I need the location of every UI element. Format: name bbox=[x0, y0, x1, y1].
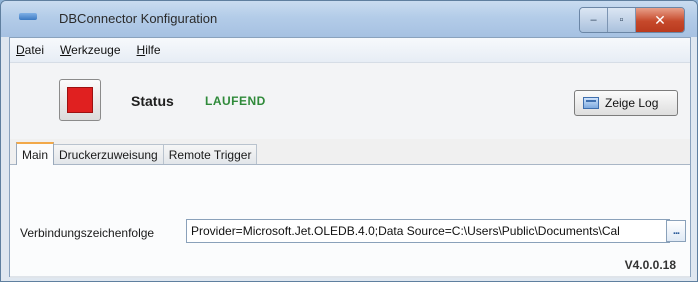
menu-bar: Datei Werkzeuge Hilfe bbox=[10, 38, 690, 63]
footer-divider bbox=[10, 276, 690, 278]
close-button[interactable]: ✕ bbox=[636, 8, 684, 32]
stop-square-icon bbox=[67, 87, 93, 113]
log-window-icon bbox=[583, 97, 599, 109]
status-value: LAUFEND bbox=[205, 94, 266, 108]
client-area: Datei Werkzeuge Hilfe Status LAUFEND Zei… bbox=[9, 37, 691, 278]
show-log-button[interactable]: Zeige Log bbox=[574, 90, 678, 116]
start-stop-button[interactable] bbox=[59, 79, 101, 121]
browse-connection-button[interactable]: ... bbox=[666, 220, 686, 242]
status-panel: Status LAUFEND Zeige Log bbox=[10, 63, 690, 139]
connection-string-label: Verbindungszeichenfolge bbox=[20, 226, 155, 240]
menu-werkzeuge-rest: erkzeuge bbox=[71, 43, 121, 57]
tab-druckerzuweisung[interactable]: Druckerzuweisung bbox=[53, 144, 164, 164]
menu-datei[interactable]: Datei bbox=[10, 43, 52, 57]
minimize-button[interactable]: – bbox=[580, 8, 608, 32]
connection-string-input[interactable] bbox=[186, 219, 670, 243]
app-icon bbox=[19, 13, 37, 20]
minimize-icon: – bbox=[590, 14, 597, 26]
ellipsis-icon: ... bbox=[672, 225, 680, 237]
maximize-button[interactable]: ▫ bbox=[608, 8, 636, 32]
tab-main[interactable]: Main bbox=[16, 142, 55, 165]
maximize-icon: ▫ bbox=[619, 14, 624, 26]
menu-datei-accel: D bbox=[16, 43, 25, 57]
window-title: DBConnector Konfiguration bbox=[59, 11, 218, 26]
menu-datei-rest: atei bbox=[24, 43, 45, 57]
menu-hilfe-accel: H bbox=[136, 43, 146, 57]
menu-hilfe-rest: ilfe bbox=[145, 43, 161, 57]
app-window: DBConnector Konfiguration – ▫ ✕ Datei We… bbox=[0, 0, 698, 282]
window-controls: – ▫ ✕ bbox=[579, 7, 685, 33]
menu-hilfe[interactable]: Hilfe bbox=[129, 43, 169, 57]
tab-remote-trigger[interactable]: Remote Trigger bbox=[162, 144, 258, 164]
version-label: V4.0.0.18 bbox=[624, 258, 676, 272]
menu-werkzeuge[interactable]: Werkzeuge bbox=[52, 43, 128, 57]
tab-panel-main: Verbindungszeichenfolge ... V4.0.0.18 bbox=[10, 165, 690, 276]
close-icon: ✕ bbox=[654, 11, 666, 28]
tab-bar: Main Druckerzuweisung Remote Trigger bbox=[10, 141, 690, 165]
show-log-label: Zeige Log bbox=[605, 96, 659, 110]
menu-werkzeuge-accel: W bbox=[60, 43, 72, 57]
title-bar[interactable]: DBConnector Konfiguration – ▫ ✕ bbox=[1, 1, 697, 37]
status-label: Status bbox=[131, 93, 174, 109]
